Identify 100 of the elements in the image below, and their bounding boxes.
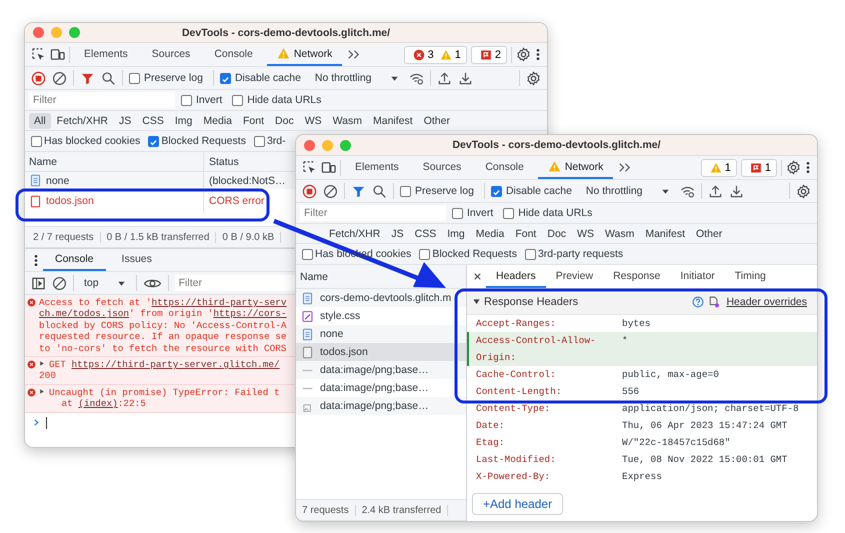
checkbox[interactable] [31, 136, 42, 146]
stop-recording-icon[interactable] [302, 184, 317, 198]
request-row[interactable]: data:image/png;base… [296, 361, 466, 379]
issues-counter-button[interactable]: 2 [470, 46, 507, 64]
detail-tab[interactable]: Response [603, 265, 670, 288]
type-filter-button[interactable]: Img [170, 112, 198, 128]
panel-tab[interactable]: Sources [142, 43, 200, 66]
message-link[interactable]: ch.me/todos.json [39, 308, 130, 320]
type-filter-button[interactable]: Doc [542, 226, 572, 242]
panel-tab[interactable]: Sources [412, 156, 472, 179]
request-row[interactable]: style.css [296, 307, 466, 325]
checkbox[interactable] [490, 186, 502, 196]
checkbox-label[interactable]: Blocked Requests [432, 248, 517, 260]
checkbox[interactable] [302, 248, 313, 260]
close-icon[interactable] [473, 272, 482, 281]
more-menu-icon[interactable] [535, 47, 541, 62]
download-icon[interactable] [458, 70, 473, 86]
clear-icon[interactable] [323, 184, 338, 198]
checkbox-label[interactable]: Has blocked cookies [44, 135, 140, 147]
checkbox[interactable] [181, 94, 192, 106]
device-icon[interactable] [321, 160, 336, 175]
clear-icon[interactable] [52, 276, 67, 290]
panel-tab[interactable]: Elements [74, 43, 138, 66]
detail-tab[interactable]: Initiator [670, 265, 725, 288]
type-filter-button[interactable]: Wasm [600, 226, 640, 242]
type-filter-button[interactable]: JS [386, 226, 409, 242]
detail-tab[interactable]: Timing [724, 265, 776, 288]
checkbox[interactable] [254, 136, 265, 146]
checkbox-label[interactable]: Hide data URLs [518, 207, 592, 219]
request-row[interactable]: data:image/png;base… [296, 379, 466, 397]
settings-icon[interactable] [796, 184, 811, 198]
type-filter-button[interactable]: Fetch/XHR [52, 112, 114, 128]
checkbox[interactable] [220, 72, 231, 84]
type-filter-button[interactable]: Wasm [328, 112, 367, 128]
stop-recording-icon[interactable] [31, 70, 46, 86]
checkbox-label[interactable]: Preserve log [415, 185, 474, 197]
settings-icon[interactable] [516, 47, 531, 62]
message-link[interactable]: (index) [78, 398, 118, 410]
device-icon[interactable] [50, 47, 65, 62]
checkbox-label[interactable]: Preserve log [144, 72, 203, 84]
sidebar-toggle-icon[interactable] [31, 276, 46, 290]
filter-field[interactable]: Filter [300, 205, 446, 221]
checkbox[interactable] [503, 208, 514, 218]
filter-field[interactable]: Filter [174, 275, 295, 291]
upload-icon[interactable] [708, 184, 723, 198]
add-header-button[interactable]: +Add header [472, 493, 564, 515]
context-select[interactable]: top [80, 277, 130, 289]
panel-tab[interactable]: Console [475, 156, 534, 179]
type-filter-button[interactable]: Font [510, 226, 542, 242]
search-icon[interactable] [372, 184, 387, 198]
drawer-tab[interactable]: Issues [110, 249, 164, 271]
type-filter-button[interactable]: Img [442, 226, 470, 242]
inspect-icon[interactable] [302, 160, 317, 175]
message-link[interactable]: https://third-party-serv [152, 297, 287, 308]
checkbox-label[interactable]: 3rd-party requests [538, 248, 624, 260]
help-icon[interactable] [692, 296, 704, 308]
section-title[interactable]: Response Headers [484, 296, 578, 308]
type-filter-button[interactable]: Fetch/XHR [324, 226, 386, 242]
message-link[interactable]: https://third-party-server.glitch.me/ [72, 359, 280, 370]
download-icon[interactable] [728, 184, 744, 198]
expand-icon[interactable] [39, 388, 45, 395]
settings-icon[interactable] [786, 160, 801, 175]
expand-icon[interactable] [39, 360, 45, 368]
header-overrides-link[interactable]: Header overrides [726, 296, 807, 308]
checkbox[interactable] [400, 186, 411, 196]
throttling-select[interactable]: No throttling [582, 185, 674, 197]
filter-field[interactable]: Filter [29, 92, 175, 108]
console-counter-button[interactable]: 3 1 [404, 46, 467, 64]
request-name[interactable]: none [46, 174, 70, 186]
type-filter-button[interactable]: JS [114, 112, 136, 128]
checkbox-label[interactable]: Disable cache [506, 185, 572, 197]
type-filter-button[interactable]: All [29, 112, 51, 128]
checkbox[interactable] [148, 136, 160, 146]
type-filter-button[interactable]: Media [470, 226, 510, 242]
checkbox-label[interactable]: Invert [467, 207, 494, 219]
more-menu-icon[interactable] [805, 160, 811, 175]
console-counter-button[interactable]: 1 [700, 158, 737, 176]
throttling-select[interactable]: No throttling [310, 72, 403, 84]
type-filter-button[interactable]: Other [418, 112, 455, 128]
clear-icon[interactable] [52, 70, 67, 86]
checkbox-label[interactable]: Invert [196, 94, 222, 106]
request-name[interactable]: todos.json [46, 195, 94, 207]
checkbox[interactable] [419, 248, 430, 260]
detail-tab[interactable]: Preview [546, 265, 604, 288]
type-filter-button[interactable]: CSS [137, 112, 169, 128]
checkbox-label[interactable]: Hide data URLs [247, 94, 322, 106]
type-filter-button[interactable]: CSS [410, 226, 442, 242]
expand-icon[interactable] [473, 298, 480, 305]
message-link[interactable]: https://cors- [213, 308, 287, 320]
column-header[interactable]: Name [29, 156, 58, 168]
checkbox-label[interactable]: 3rd- [266, 135, 286, 147]
search-icon[interactable] [101, 70, 116, 86]
issues-counter-button[interactable]: 1 [740, 158, 777, 176]
type-filter-button[interactable]: Media [198, 112, 238, 128]
checkbox[interactable] [232, 94, 244, 106]
type-filter-button[interactable]: Manifest [640, 226, 690, 242]
type-filter-button[interactable]: Font [238, 112, 270, 128]
inspect-icon[interactable] [31, 47, 46, 62]
request-row[interactable]: data:image/png;base… [296, 397, 466, 415]
checkbox-label[interactable]: Blocked Requests [161, 135, 246, 147]
